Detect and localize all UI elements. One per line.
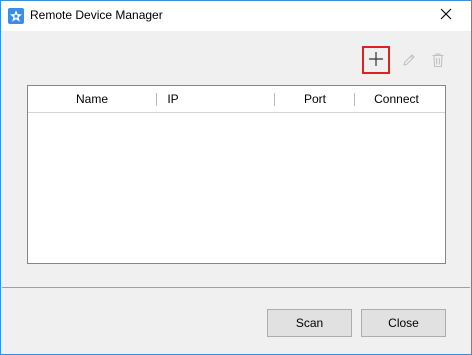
footer-divider — [2, 287, 470, 288]
edit-device-button[interactable] — [395, 47, 423, 75]
scan-button[interactable]: Scan — [267, 309, 352, 337]
window-title: Remote Device Manager — [30, 8, 163, 22]
column-header-port[interactable]: Port — [275, 86, 355, 112]
pencil-icon — [401, 52, 417, 71]
close-icon — [440, 8, 452, 23]
close-button[interactable]: Close — [361, 309, 446, 337]
title-bar[interactable]: Remote Device Manager — [1, 1, 471, 31]
table-header: Name IP Port Connect — [28, 86, 445, 113]
column-header-name[interactable]: Name — [28, 86, 156, 112]
remote-device-manager-window: Remote Device Manager Name IP Port Conne… — [0, 0, 472, 355]
plus-icon — [368, 51, 384, 70]
column-header-ip[interactable]: IP — [157, 86, 189, 112]
add-device-button[interactable] — [362, 46, 390, 74]
delete-device-button[interactable] — [424, 47, 452, 75]
column-header-connect[interactable]: Connect — [355, 86, 438, 112]
window-close-button[interactable] — [423, 1, 469, 30]
table-body[interactable] — [28, 113, 445, 263]
device-table[interactable]: Name IP Port Connect — [27, 85, 446, 264]
trash-icon — [430, 52, 446, 71]
app-logo-icon — [8, 8, 24, 24]
